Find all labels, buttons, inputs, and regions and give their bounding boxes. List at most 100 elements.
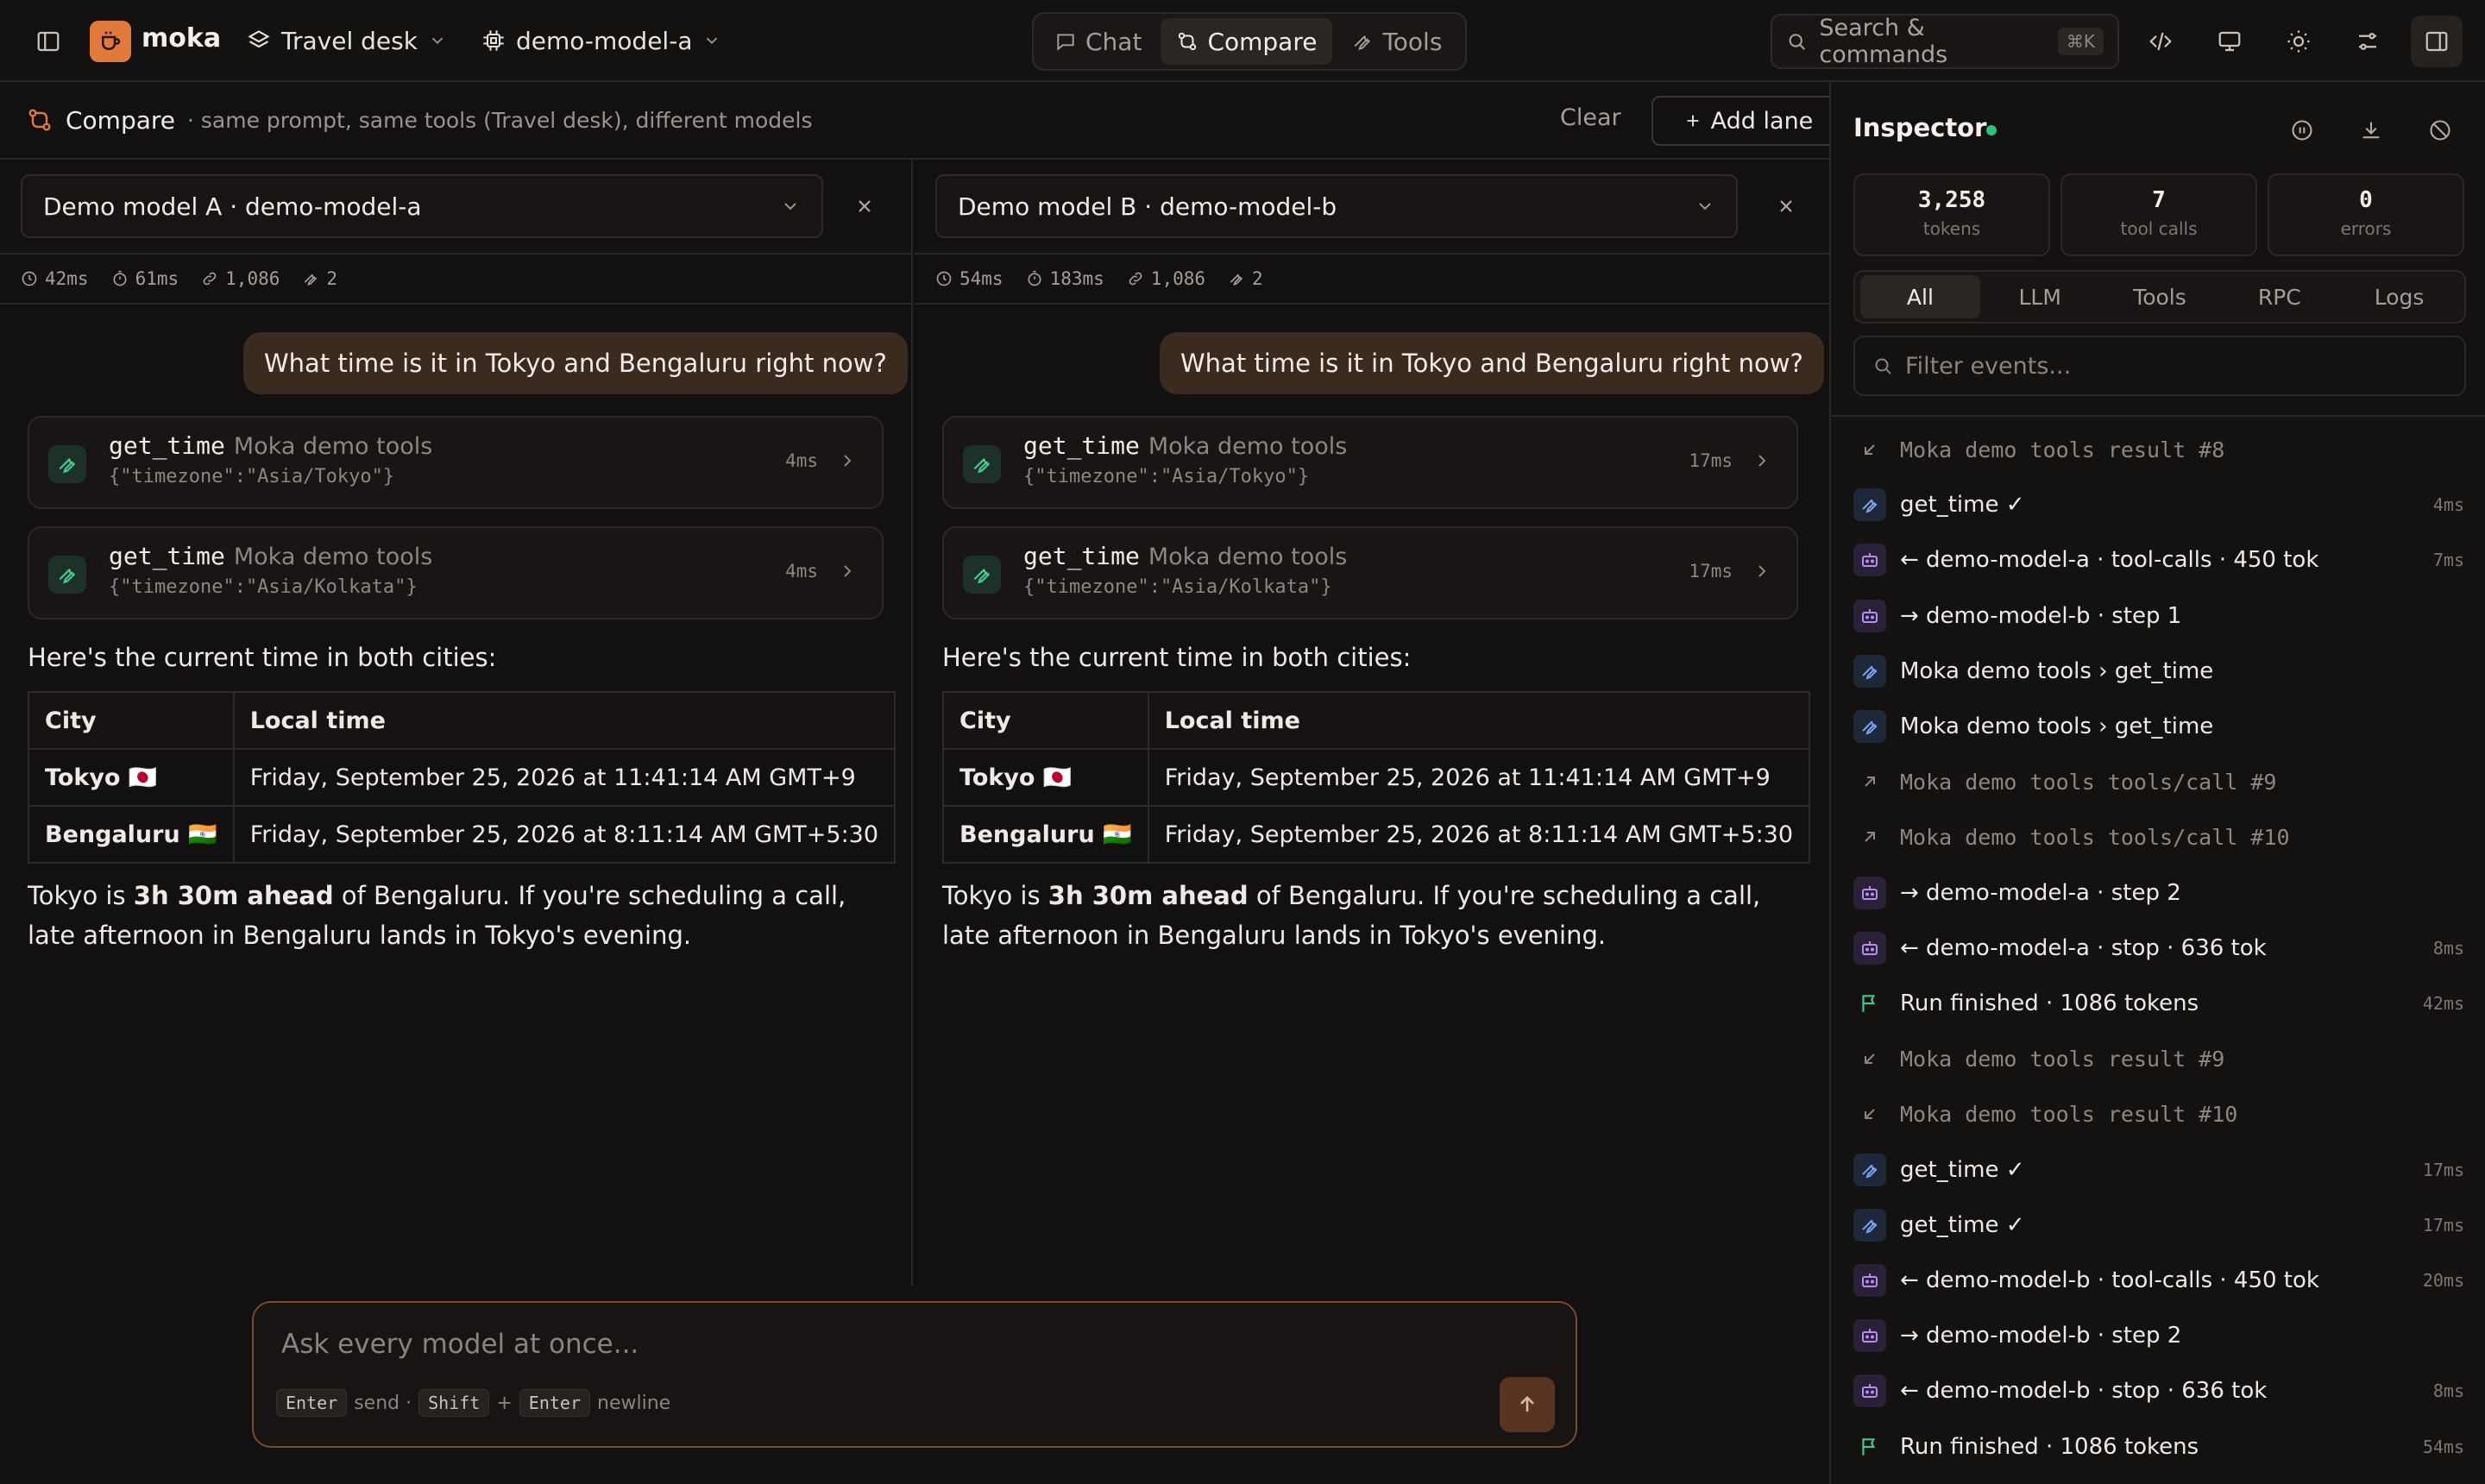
arrow-up-right-icon bbox=[1853, 765, 1886, 798]
chevron-right-icon bbox=[844, 565, 852, 577]
tab-tools[interactable]: Tools bbox=[1336, 18, 1457, 65]
event-row[interactable]: get_time ✓ 17ms bbox=[1831, 1142, 2485, 1198]
event-text: Moka demo tools result #8 bbox=[1900, 437, 2225, 462]
tool-duration: 17ms bbox=[1689, 450, 1733, 471]
code-view-button[interactable] bbox=[2135, 16, 2186, 67]
workspace-select[interactable]: Travel desk bbox=[247, 19, 447, 62]
tab-chat[interactable]: Chat bbox=[1039, 18, 1157, 65]
tokens-value: 1,086 bbox=[225, 268, 280, 289]
clear-events-button[interactable] bbox=[2421, 111, 2459, 149]
ttft-value: 183ms bbox=[1049, 268, 1104, 289]
tool-call-card[interactable]: get_time Moka demo tools {"timezone":"Asi… bbox=[942, 416, 1798, 509]
wrench-icon bbox=[305, 274, 318, 286]
event-duration: 54ms bbox=[2422, 1436, 2464, 1457]
wrench-icon bbox=[1853, 710, 1886, 743]
model-select[interactable]: demo-model-a bbox=[481, 19, 721, 62]
event-row[interactable]: ← demo-model-b · tool-calls · 450 tok 20m… bbox=[1831, 1253, 2485, 1308]
prompt-composer[interactable]: Ask every model at once... Enter send · … bbox=[252, 1301, 1577, 1448]
settings-button[interactable] bbox=[2342, 16, 2394, 67]
chevron-right-icon bbox=[1758, 565, 1766, 577]
present-button[interactable] bbox=[2204, 16, 2255, 67]
filter-tab-rpc[interactable]: RPC bbox=[2219, 275, 2339, 318]
compare-title: Compare bbox=[66, 105, 176, 135]
event-row[interactable]: Run finished · 1086 tokens 42ms bbox=[1831, 976, 2485, 1031]
event-text: Run finished · 1086 tokens bbox=[1900, 1433, 2199, 1460]
compare-icon bbox=[28, 109, 51, 131]
pause-button[interactable] bbox=[2283, 111, 2321, 149]
filter-placeholder: Filter events... bbox=[1905, 352, 2072, 380]
filter-tab-llm[interactable]: LLM bbox=[1980, 275, 2100, 318]
lane-header: Demo model B · demo-model-b bbox=[915, 160, 1829, 253]
event-row[interactable]: Moka demo tools result #8 bbox=[1831, 422, 2485, 477]
event-filter-input[interactable]: Filter events... bbox=[1853, 336, 2466, 396]
flag-icon bbox=[1853, 987, 1886, 1020]
link-icon bbox=[1129, 272, 1142, 286]
inspector-toggle-button[interactable] bbox=[2411, 16, 2463, 67]
tab-compare-label: Compare bbox=[1207, 27, 1318, 56]
tool-call-card[interactable]: get_time Moka demo tools {"timezone":"Asi… bbox=[28, 526, 884, 619]
event-row[interactable]: get_time ✓ 4ms bbox=[1831, 477, 2485, 532]
top-bar: moka Travel desk demo-model-a Chat Compa… bbox=[0, 0, 2485, 82]
table-header-row: City Local time bbox=[28, 691, 896, 750]
filter-tab-logs[interactable]: Logs bbox=[2339, 275, 2459, 318]
event-row[interactable]: → demo-model-b · step 1 bbox=[1831, 588, 2485, 644]
tool-calls-stat: 2 bbox=[302, 268, 337, 289]
lane-model-label: Demo model B · demo-model-b bbox=[958, 192, 1337, 221]
tool-calls-value: 2 bbox=[1252, 268, 1263, 289]
event-row[interactable]: → demo-model-a · step 2 bbox=[1831, 865, 2485, 921]
event-duration: 20ms bbox=[2422, 1270, 2464, 1291]
close-lane-button[interactable] bbox=[849, 191, 880, 222]
city-cell: Bengaluru 🇮🇳 bbox=[942, 805, 1149, 864]
close-lane-button[interactable] bbox=[1771, 191, 1802, 222]
bot-icon bbox=[1853, 876, 1886, 909]
tool-args: {"timezone":"Asia/Kolkata"} bbox=[1023, 576, 1332, 598]
newline-hint: newline bbox=[597, 1392, 671, 1414]
tool-name: get_time Moka demo tools bbox=[1023, 431, 1348, 460]
event-row[interactable]: ← demo-model-b · stop · 636 tok 8ms bbox=[1831, 1363, 2485, 1418]
clear-button[interactable]: Clear bbox=[1560, 104, 1621, 131]
event-row[interactable]: Run finished · 1086 tokens 54ms bbox=[1831, 1419, 2485, 1475]
event-row[interactable]: ← demo-model-a · stop · 636 tok 8ms bbox=[1831, 921, 2485, 976]
table-header-cell: Local time bbox=[232, 691, 896, 750]
theme-toggle-button[interactable] bbox=[2273, 16, 2325, 67]
tool-call-card[interactable]: get_time Moka demo tools {"timezone":"Asi… bbox=[942, 526, 1798, 619]
tool-calls-stat: 2 bbox=[1228, 268, 1263, 289]
download-button[interactable] bbox=[2352, 111, 2390, 149]
filter-tab-tools[interactable]: Tools bbox=[2100, 275, 2220, 318]
bot-icon bbox=[1853, 1264, 1886, 1297]
bot-icon bbox=[1853, 931, 1886, 965]
panel-right-icon bbox=[2425, 31, 2448, 52]
event-row[interactable]: Moka demo tools tools/call #10 bbox=[1831, 809, 2485, 865]
event-row[interactable]: Moka demo tools tools/call #9 bbox=[1831, 754, 2485, 809]
sidebar-toggle-button[interactable] bbox=[22, 16, 74, 67]
wrench-icon bbox=[1853, 654, 1886, 688]
event-row[interactable]: get_time ✓ 17ms bbox=[1831, 1198, 2485, 1253]
search-icon bbox=[1875, 358, 1891, 374]
ttft-value: 61ms bbox=[135, 268, 179, 289]
lane-model-select[interactable]: Demo model A · demo-model-a bbox=[21, 174, 823, 238]
event-row[interactable]: Moka demo tools result #10 bbox=[1831, 1086, 2485, 1141]
inspector-title: Inspector bbox=[1853, 113, 1987, 142]
lane-model-select[interactable]: Demo model B · demo-model-b bbox=[935, 174, 1738, 238]
chevron-down-icon bbox=[707, 37, 718, 45]
tab-compare[interactable]: Compare bbox=[1161, 18, 1333, 65]
event-row[interactable]: Moka demo tools result #9 bbox=[1831, 1031, 2485, 1086]
event-row[interactable]: Moka demo tools › get_time bbox=[1831, 699, 2485, 754]
filter-tab-all[interactable]: All bbox=[1860, 275, 1980, 318]
command-search[interactable]: Search & commands ⌘K bbox=[1771, 14, 2119, 69]
send-button[interactable] bbox=[1500, 1377, 1555, 1432]
event-duration: 42ms bbox=[2422, 993, 2464, 1014]
bot-icon bbox=[1853, 599, 1886, 632]
add-lane-button[interactable]: Add lane bbox=[1651, 96, 1845, 146]
event-row[interactable]: Moka demo tools › get_time bbox=[1831, 644, 2485, 699]
monitor-icon bbox=[2218, 31, 2241, 52]
lane-stats: 54ms 183ms 1,086 2 bbox=[915, 253, 1829, 305]
event-row[interactable]: → demo-model-b · step 2 bbox=[1831, 1308, 2485, 1363]
tool-args: {"timezone":"Asia/Kolkata"} bbox=[109, 576, 418, 598]
event-row[interactable]: ← demo-model-a · tool-calls · 450 tok 7ms bbox=[1831, 532, 2485, 588]
prompt-input[interactable]: Ask every model at once... bbox=[281, 1329, 639, 1360]
close-icon bbox=[859, 200, 871, 212]
tool-call-card[interactable]: get_time Moka demo tools {"timezone":"Asi… bbox=[28, 416, 884, 509]
metric-value: 3,258 bbox=[1917, 187, 1986, 213]
table-row: Bengaluru 🇮🇳 Friday, September 25, 2026 … bbox=[28, 805, 896, 864]
